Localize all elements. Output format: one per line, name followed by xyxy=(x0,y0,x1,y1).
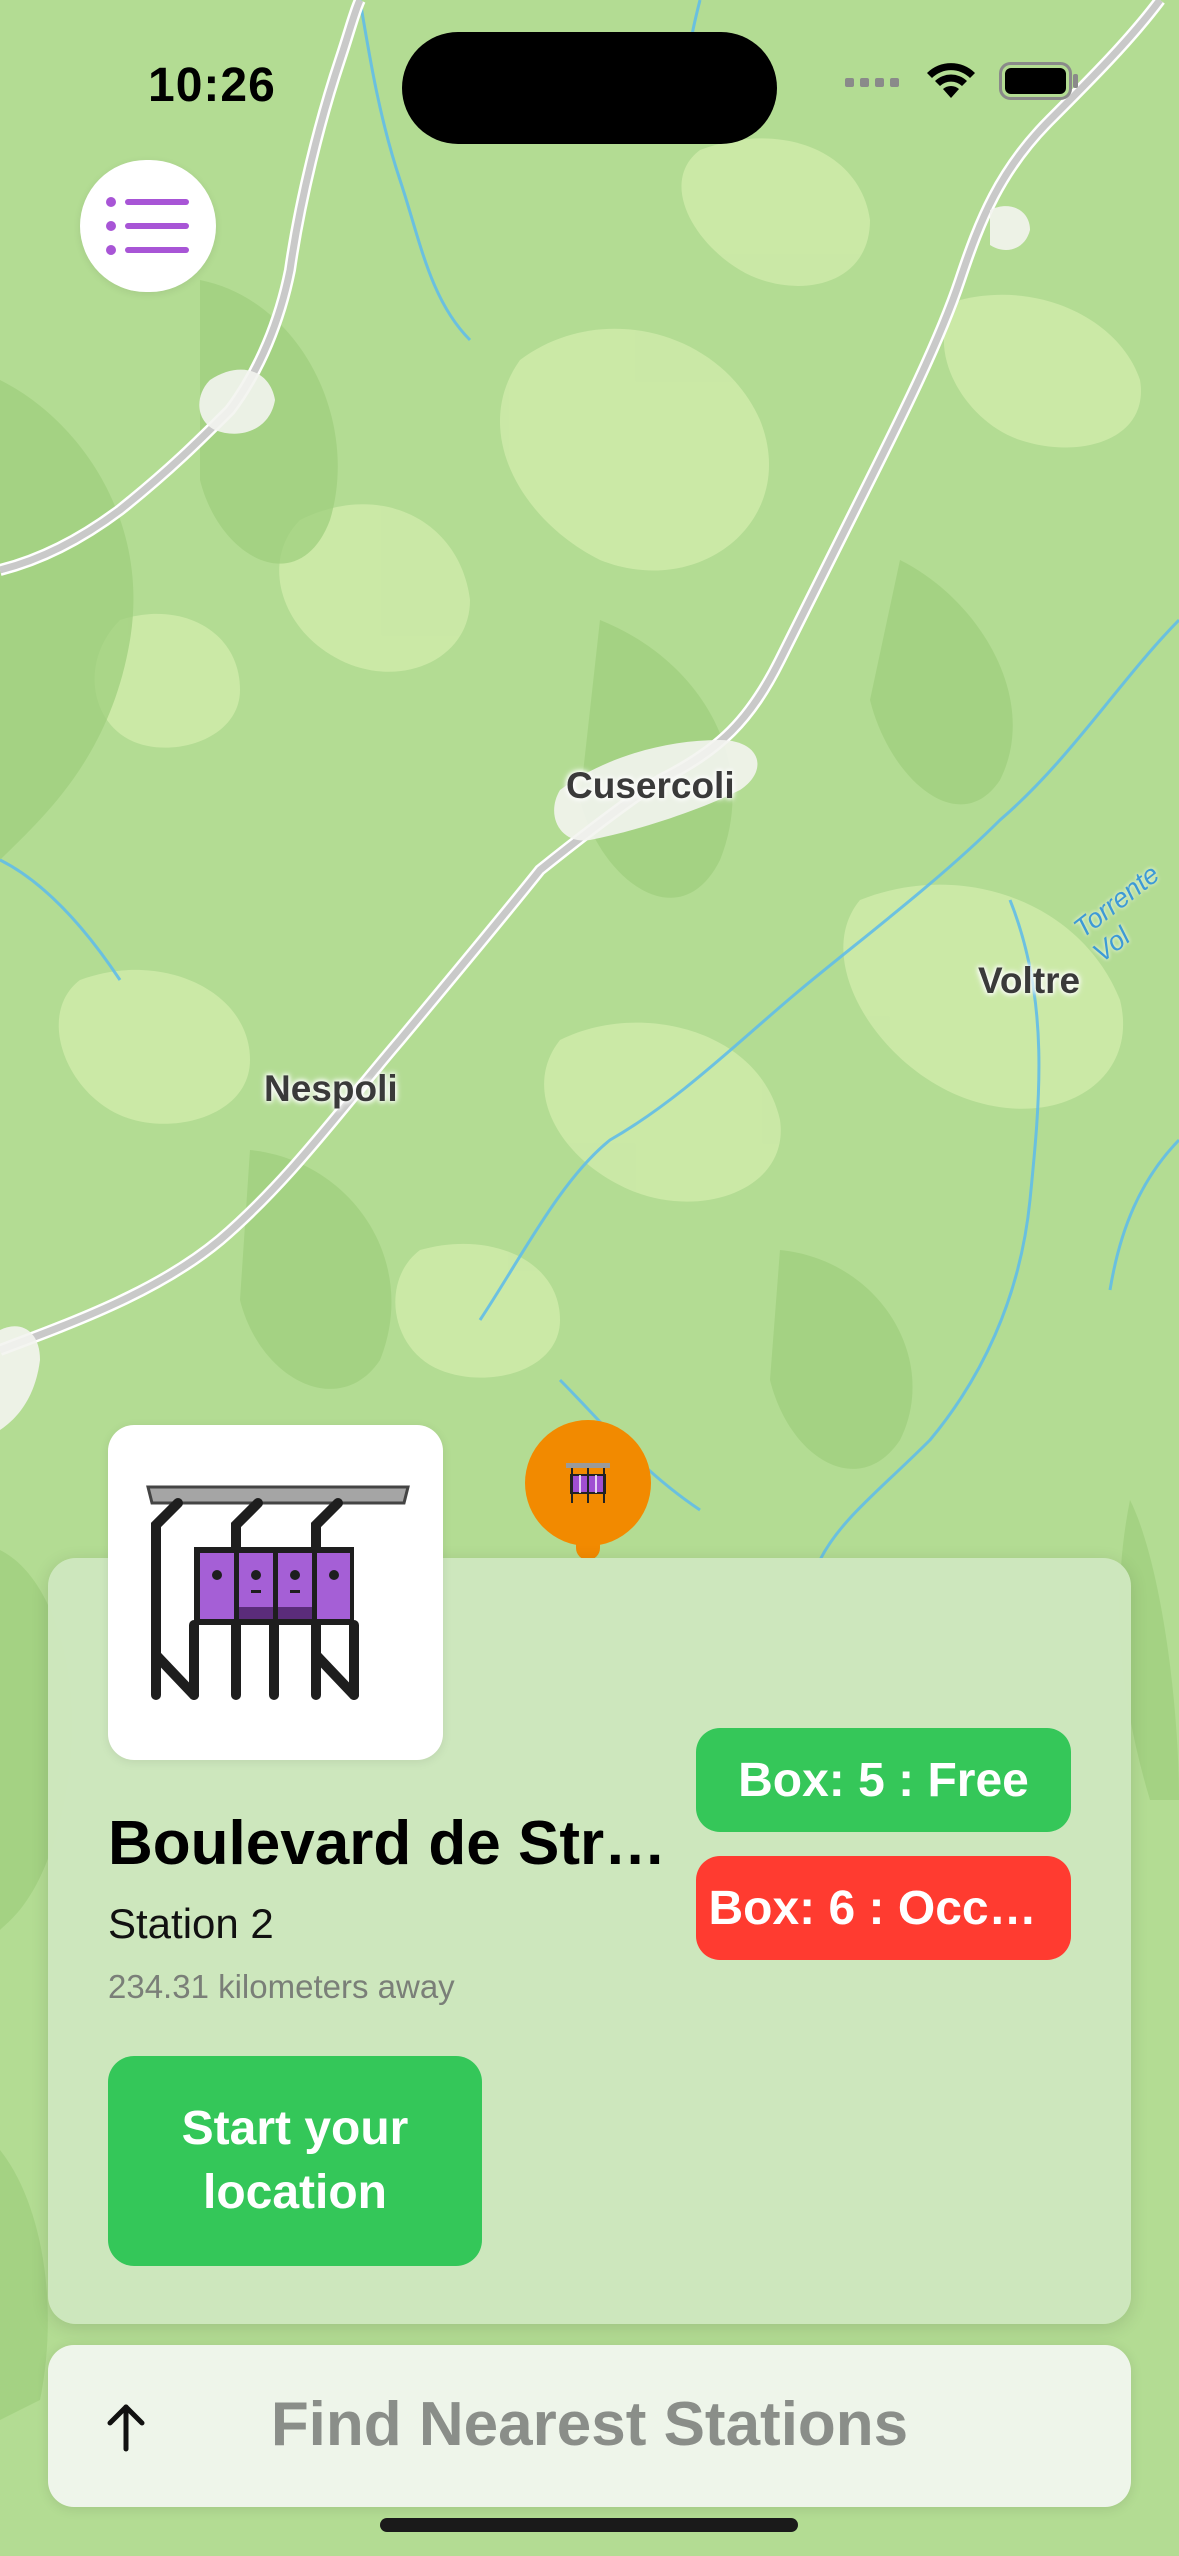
list-icon xyxy=(106,197,189,255)
box-status-label: Box: 5 : Free xyxy=(738,1753,1029,1807)
map-label-voltre: Voltre xyxy=(978,960,1081,1001)
map-label-cusercoli: Cusercoli xyxy=(566,765,735,806)
station-name: Boulevard de Str… xyxy=(108,1809,667,1878)
menu-button[interactable] xyxy=(80,160,216,292)
locker-station-icon xyxy=(566,1463,610,1503)
station-distance: 234.31 kilometers away xyxy=(108,1968,455,2005)
box-status-occupied[interactable]: Box: 6 : Occu… xyxy=(696,1856,1071,1960)
station-map-pin[interactable] xyxy=(525,1420,651,1546)
find-nearest-stations-button[interactable]: Find Nearest Stations xyxy=(48,2345,1131,2507)
battery-icon xyxy=(999,62,1078,100)
box-status-free[interactable]: Box: 5 : Free xyxy=(696,1728,1071,1832)
dynamic-island xyxy=(402,32,777,144)
find-nearest-stations-label: Find Nearest Stations xyxy=(270,2390,909,2459)
start-location-button[interactable]: Start your location xyxy=(108,2056,482,2266)
status-time: 10:26 xyxy=(148,59,276,112)
cellular-signal-icon xyxy=(845,78,899,87)
station-image xyxy=(108,1425,443,1760)
home-indicator xyxy=(380,2518,798,2532)
start-location-label: Start your location xyxy=(181,2102,409,2219)
box-status-label: Box: 6 : Occu… xyxy=(708,1881,1059,1935)
map-label-nespoli: Nespoli xyxy=(264,1068,398,1109)
status-icons xyxy=(845,62,1079,100)
station-subtitle: Station 2 xyxy=(108,1900,274,1947)
wifi-icon xyxy=(927,63,975,98)
locker-station-icon xyxy=(146,1485,410,1700)
